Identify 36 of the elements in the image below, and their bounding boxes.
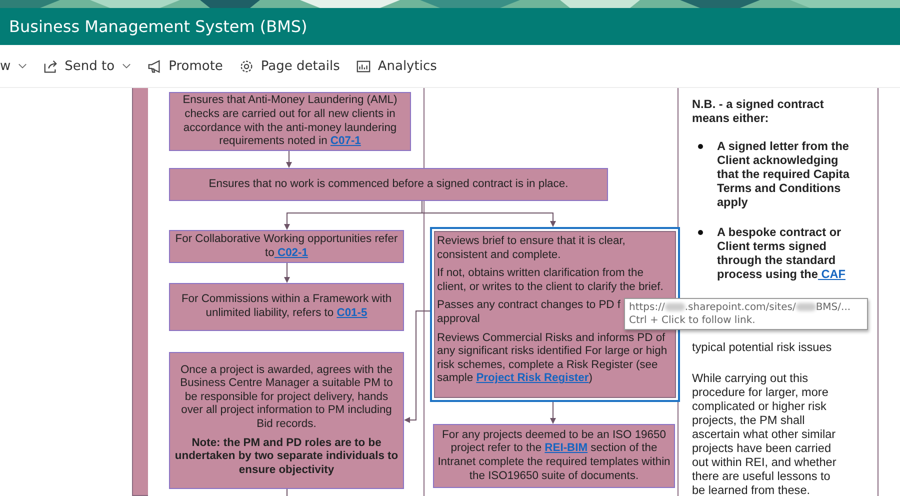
toolbar-button[interactable]: Page details (236, 56, 342, 76)
box-text: For Commissions within a Framework with unlimited liability, refers to C01-5 (180, 293, 393, 321)
share-icon (42, 58, 58, 74)
box-text: Passes any contract changes to PD f approval (437, 299, 620, 327)
box-text: For Collaborative Working opportunities refer to C02-1 (174, 232, 399, 260)
box-text: Ensures that Anti-Money Laundering (AML) checks are carried out for all new clients in accordance with the anti-money laundering requirements noted in C07-1 (182, 94, 398, 149)
note-text: N.B. - a signed contract means either: (692, 97, 825, 125)
toolbar-button[interactable]: Promote (144, 56, 225, 76)
tooltip-url: https:// .sharepoint.com/sites/ BMS/... (629, 302, 852, 313)
toolbar-button[interactable]: w (0, 56, 29, 76)
box-text: For any projects deemed to be an ISO 19650 project refer to the REI-BIM section of the Intranet complete the required templates within the ISO19650 suite of documents. (437, 428, 671, 484)
bullet-icon (698, 144, 703, 149)
bullet-icon (698, 230, 703, 235)
box-text: Reviews Commercial Risks and informs PD of any significant risks identified For large or high risk schemes, complete a Risk Register (see sample Project Risk Register) (437, 332, 668, 386)
connector-arrow (550, 402, 556, 424)
chart-icon (356, 58, 371, 74)
box-text: If not, obtains written clarification from the client, or writes to the client to clarify the brief. (437, 267, 664, 294)
box-text: Ensures that no work is commenced before a signed contract is in place. (208, 178, 570, 192)
connector-arrow (284, 262, 290, 283)
toolbar-button[interactable]: Analytics (354, 56, 439, 76)
box-text: Once a project is awarded, agrees with the Business Centre Manager a suitable PM to be responsible for project delivery, hands over all project information to PM including Bid records. (179, 364, 394, 432)
connector-arrow (286, 150, 292, 168)
chevron-icon (122, 63, 131, 69)
box-text: Reviews brief to ensure that it is clear, consistent and complete. (437, 235, 626, 262)
document-link[interactable]: CAF (818, 267, 846, 281)
settings-icon (238, 58, 254, 74)
note-text: A signed letter from the Client acknowledging that the required Capita Terms and Conditions apply (717, 139, 850, 209)
note-text: typical potential risk issues (692, 340, 832, 354)
site-title: Business Management System (BMS) (9, 17, 308, 36)
box-text: Note: the PM and PD roles are to be undertaken by two separate individuals to ensure objectivity (174, 436, 400, 478)
note-text: While carrying out this procedure for larger, more complicated or higher risk projects, the PM shall ascertain what other similar projects have been carried out within REI, and whether there are useful lessons to be learned from these. (692, 371, 838, 496)
note-text: A bespoke contract or Client terms signed through the standard process using the CAF (717, 225, 846, 281)
megaphone-icon (146, 58, 162, 74)
toolbar-button[interactable]: Send to (40, 56, 133, 76)
tooltip-hint: Ctrl + Click to follow link. (629, 315, 756, 326)
chevron-icon (18, 63, 27, 69)
